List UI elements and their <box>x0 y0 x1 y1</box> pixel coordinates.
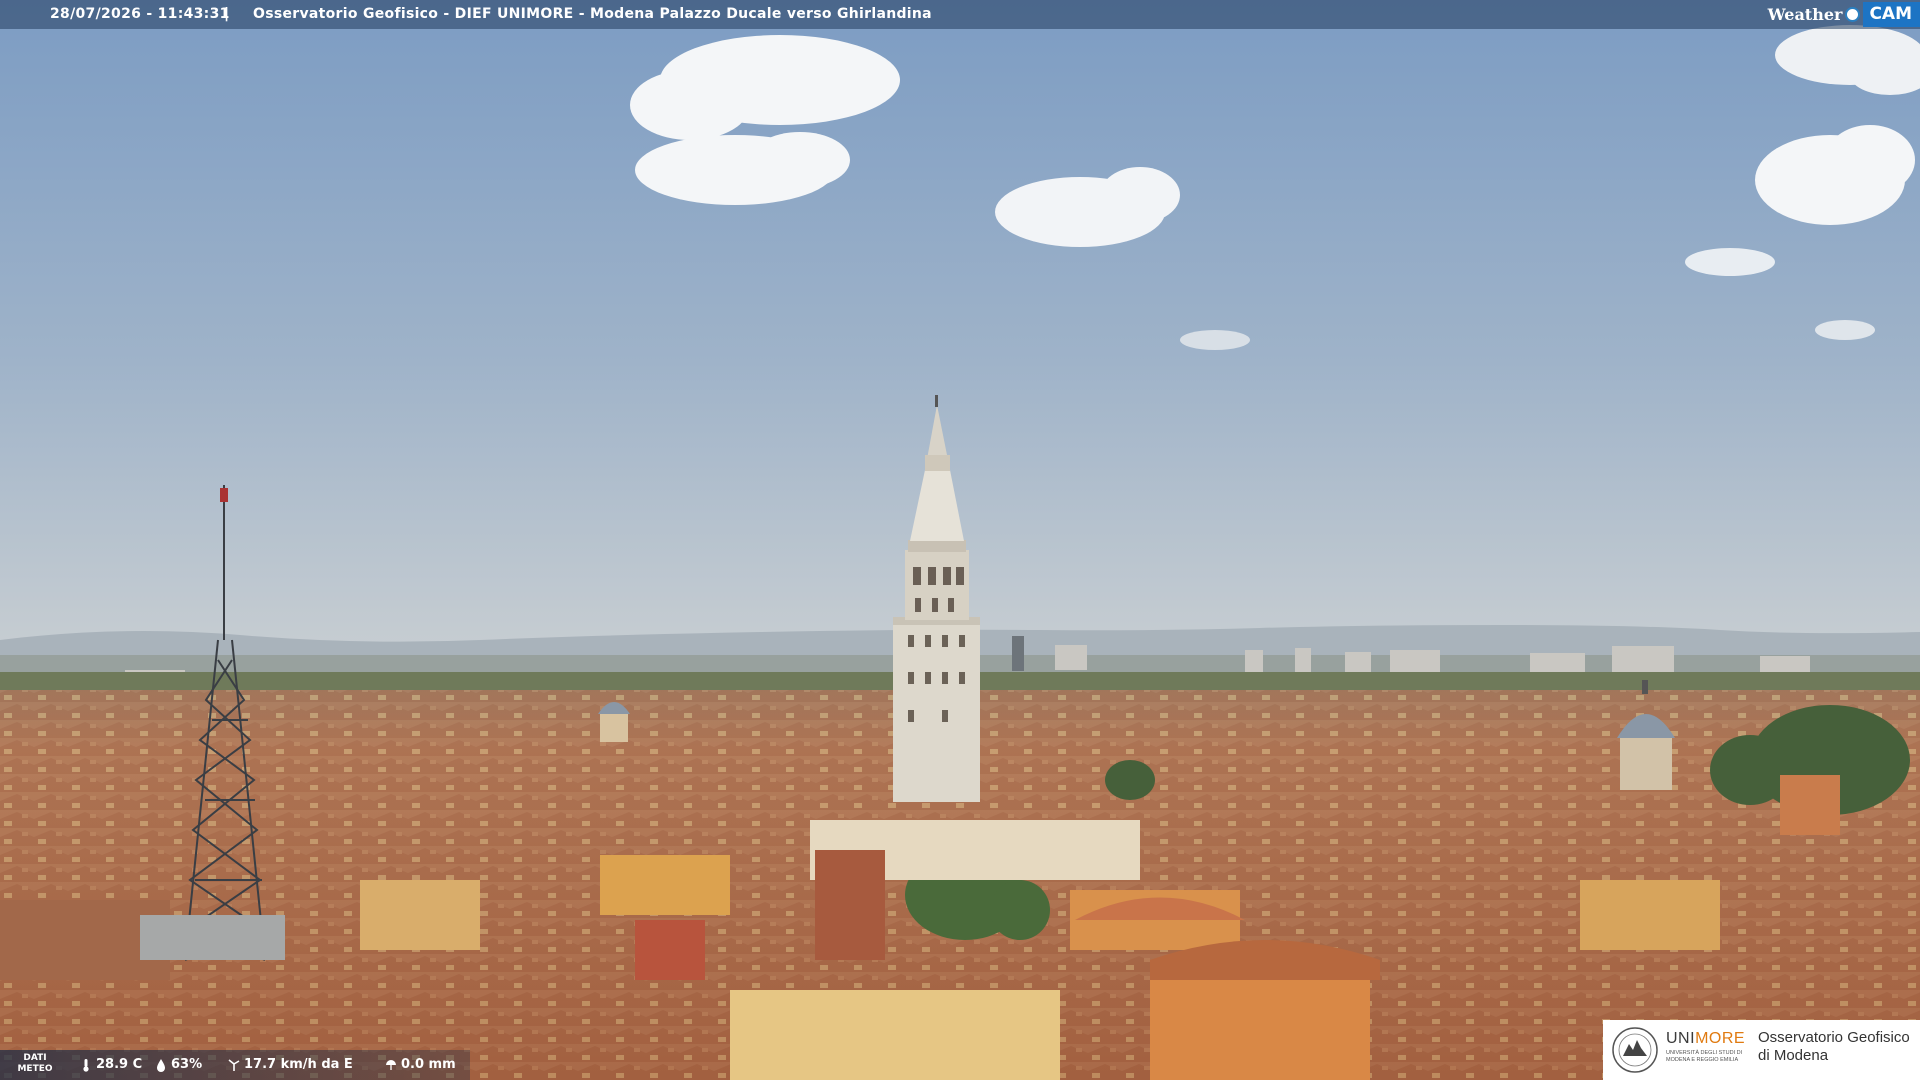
timestamp: 28/07/2026 - 11:43:31 <box>50 6 230 22</box>
rain-readout: 0.0 mm <box>385 1057 456 1072</box>
thermometer-icon <box>83 1058 89 1072</box>
unimore-subtitle: UNIVERSITÀ DEGLI STUDI DI MODENA E REGGI… <box>1666 1050 1743 1063</box>
meteo-label: DATI METEO <box>17 1053 53 1074</box>
unimore-logo: UNIMORE UNIVERSITÀ DEGLI STUDI DI MODENA… <box>1603 1020 1920 1080</box>
umbrella-icon <box>386 1059 396 1070</box>
antenna-base <box>140 915 285 960</box>
humidity-value: 63% <box>171 1057 203 1072</box>
dome-left <box>598 702 630 742</box>
wind-readout: 17.7 km/h da E <box>228 1057 353 1072</box>
temperature-value: 28.9 C <box>96 1057 143 1072</box>
camera-lens-icon <box>1845 7 1861 22</box>
cloud-6 <box>1180 330 1250 350</box>
rain-value: 0.0 mm <box>401 1057 456 1072</box>
humidity-drop-icon <box>157 1058 165 1072</box>
wind-turbine-icon <box>228 1058 240 1071</box>
university-seal-icon <box>1612 1027 1658 1073</box>
wind-value: 17.7 km/h da E <box>244 1057 353 1072</box>
weather-label: Weather <box>1767 5 1843 24</box>
observatory-name: Osservatorio Geofisico di Modena <box>1758 1029 1910 1064</box>
humidity-readout: 63% <box>155 1057 202 1072</box>
unimore-wordmark: UNIMORE <box>1666 1030 1746 1047</box>
dark-tower-distant <box>1012 636 1024 671</box>
cloud-5 <box>1815 320 1875 340</box>
caption-separator: | <box>224 6 230 22</box>
webcam-scene <box>0 0 1920 1080</box>
temperature-readout: 28.9 C <box>80 1057 142 1072</box>
camera-title: Osservatorio Geofisico - DIEF UNIMORE - … <box>253 6 932 22</box>
weathercam-brand: Weather CAM <box>1768 0 1920 29</box>
cam-label: CAM <box>1863 2 1920 27</box>
meteo-bar: DATI METEO 28.9 C 63% 17.7 km/h da E 0.0… <box>0 1050 470 1080</box>
caption-bar: 28/07/2026 - 11:43:31 | Osservatorio Geo… <box>0 0 1920 29</box>
